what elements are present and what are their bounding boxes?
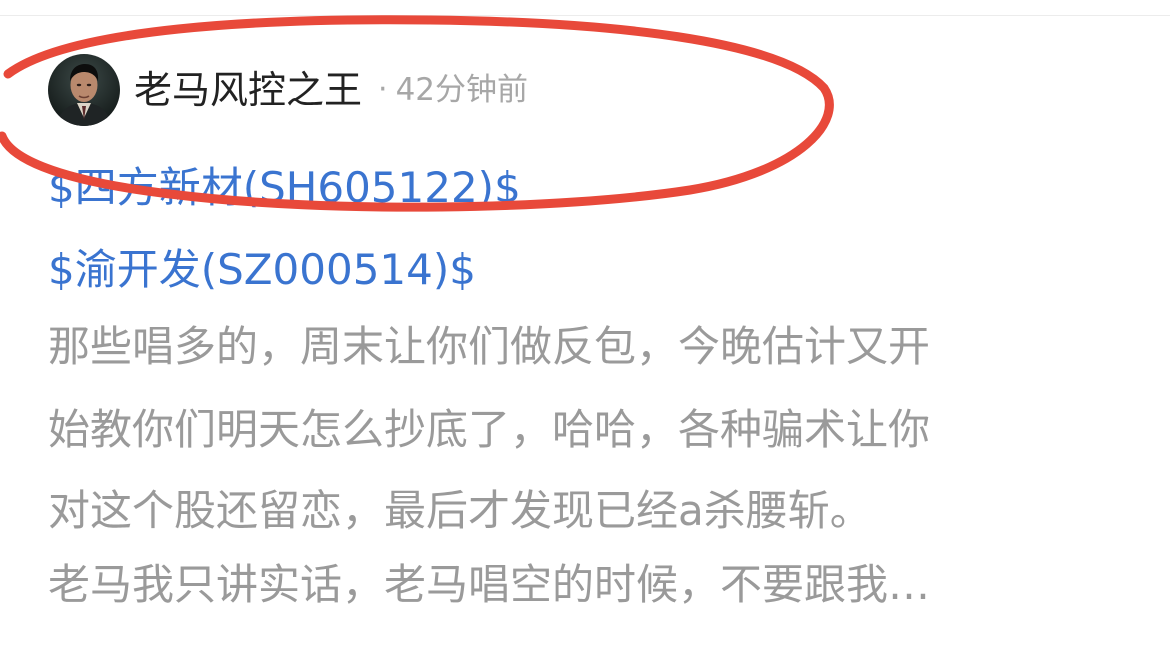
stock-tag-link[interactable]: $渝开发(SZ000514)$ [48, 240, 476, 300]
post-body-line[interactable]: 老马我只讲实话，老马唱空的时候，不要跟我… [48, 555, 1128, 615]
post-body-line: 对这个股还留恋，最后才发现已经a杀腰斩。 [48, 486, 872, 535]
author-avatar[interactable] [48, 54, 120, 126]
author-name[interactable]: 老马风控之王 [134, 54, 362, 126]
meta-separator: · [378, 72, 388, 107]
top-divider [0, 15, 1170, 16]
post-card: 老马风控之王 · 42分钟前 $四方新材(SH605122)$ $渝开发(SZ0… [0, 0, 1170, 663]
post-body-line: 始教你们明天怎么抄底了，哈哈，各种骗术让你 [48, 405, 931, 454]
post-timestamp: 42分钟前 [395, 72, 529, 108]
avatar-portrait-icon [48, 54, 120, 126]
post-body-line: 那些唱多的，周末让你们做反包，今晚估计又开 [48, 322, 931, 371]
stock-tag-link[interactable]: $四方新材(SH605122)$ [48, 158, 521, 218]
post-header: 老马风控之王 · 42分钟前 [48, 54, 528, 126]
